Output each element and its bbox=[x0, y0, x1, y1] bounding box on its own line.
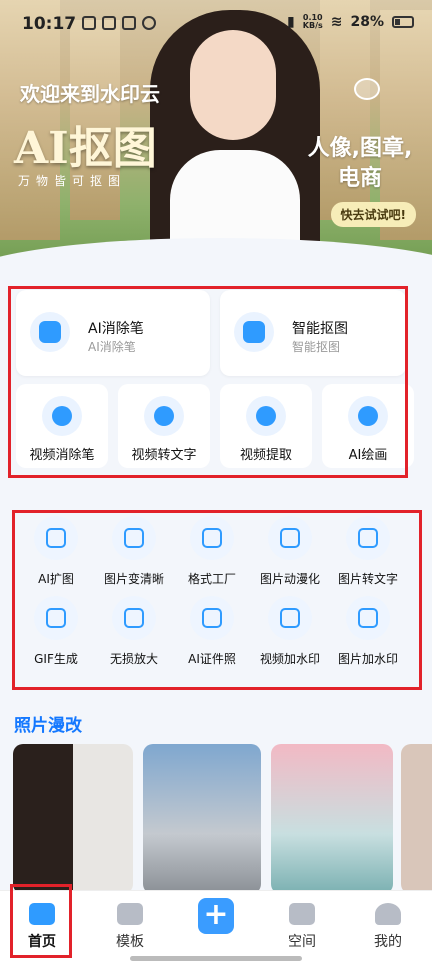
gem-icon bbox=[354, 78, 380, 100]
battery-icon bbox=[392, 16, 414, 28]
banner-subtitle: 万物皆可抠图 bbox=[18, 174, 127, 188]
highlight-box-tools bbox=[12, 510, 422, 690]
create-button[interactable]: + bbox=[198, 898, 234, 934]
notification-icon bbox=[102, 16, 116, 30]
banner-title: AI抠图 bbox=[14, 123, 157, 174]
user-icon bbox=[375, 903, 401, 925]
photo-card[interactable] bbox=[271, 744, 393, 894]
status-bar: 10:17 ▮ 0.10 KB/s ≋ 28% bbox=[0, 0, 432, 40]
banner-tag: 人像,图章, 电商 bbox=[307, 136, 413, 191]
notification-icon bbox=[122, 16, 136, 30]
wechat-icon bbox=[142, 16, 156, 30]
photo-card[interactable] bbox=[143, 744, 261, 894]
status-time: 10:17 bbox=[22, 14, 77, 34]
tab-space[interactable]: 空间 bbox=[270, 899, 334, 951]
layers-icon bbox=[117, 903, 143, 925]
wifi-icon: ≋ bbox=[330, 14, 343, 30]
home-indicator bbox=[130, 956, 302, 961]
hero-banner[interactable]: 欢迎来到水印云 AI抠图 万物皆可抠图 人像,图章, 电商 快去试试吧! bbox=[0, 0, 432, 272]
section-title: 照片漫改 bbox=[14, 716, 82, 736]
highlight-box-home-tab bbox=[10, 884, 72, 958]
notification-icon bbox=[82, 16, 96, 30]
highlight-box-features bbox=[8, 286, 408, 478]
tab-profile[interactable]: 我的 bbox=[356, 899, 420, 951]
cloud-space-icon bbox=[289, 903, 315, 925]
banner-welcome: 欢迎来到水印云 bbox=[20, 82, 160, 106]
try-now-button[interactable]: 快去试试吧! bbox=[330, 202, 416, 227]
network-speed: 0.10 KB/s bbox=[302, 13, 323, 30]
tab-templates[interactable]: 模板 bbox=[98, 899, 162, 951]
photo-card[interactable] bbox=[13, 744, 133, 894]
vibrate-icon: ▮ bbox=[287, 14, 295, 30]
battery-level: 28% bbox=[350, 14, 384, 30]
photo-card[interactable] bbox=[401, 744, 432, 894]
